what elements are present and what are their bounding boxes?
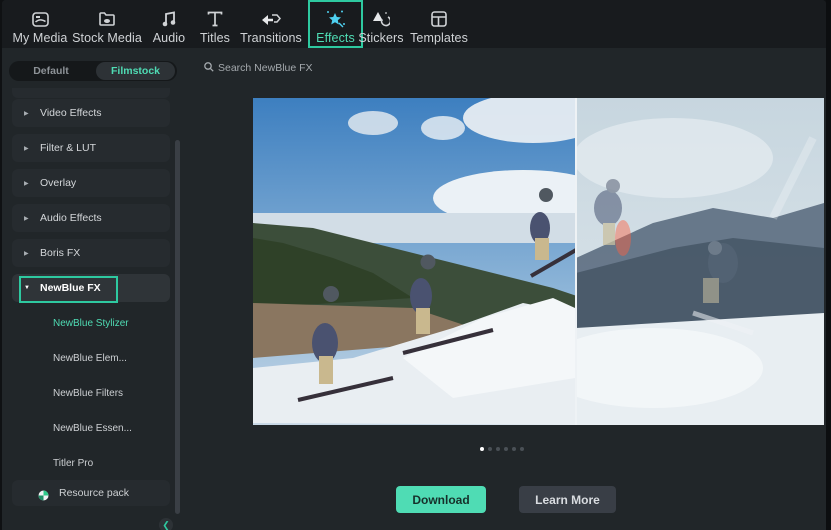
carousel-dot[interactable] [504, 447, 508, 451]
segment-default[interactable]: Default [11, 62, 91, 80]
sticker-icon [371, 9, 391, 29]
chevron-left-icon: ❮ [162, 519, 170, 530]
category-video-effects[interactable]: ▶ Video Effects [12, 99, 170, 127]
search-field[interactable]: Search NewBlue FX [204, 59, 313, 77]
before-after-divider[interactable] [575, 98, 577, 425]
title-t-icon [205, 9, 225, 29]
transition-arrows-icon [261, 9, 281, 29]
media-icon [30, 9, 50, 29]
tab-stock-media[interactable]: Stock Media [72, 0, 142, 48]
tab-transitions[interactable]: Transitions [240, 0, 302, 48]
category-filter-lut[interactable]: ▶ Filter & LUT [12, 134, 170, 162]
carousel-dot[interactable] [480, 447, 484, 451]
tab-my-media[interactable]: My Media [12, 0, 68, 48]
category-item-partial [12, 88, 170, 98]
carousel-dot[interactable] [512, 447, 516, 451]
caret-down-icon: ▼ [24, 285, 30, 291]
tab-effects[interactable]: Effects [308, 0, 363, 48]
effects-panel-window: My Media Stock Media Audio Titles Transi… [2, 0, 826, 530]
segment-filmstock[interactable]: Filmstock [96, 62, 175, 80]
tab-stickers[interactable]: Stickers [358, 0, 404, 48]
collapse-sidebar-button[interactable]: ❮ [159, 518, 173, 530]
stock-media-icon [97, 9, 117, 29]
subitem-titler-pro[interactable]: Titler Pro [53, 458, 93, 469]
effects-sidebar: Default Filmstock ▶ Video Effects ▶ Filt… [2, 48, 184, 530]
sparkle-star-icon [326, 9, 346, 29]
caret-right-icon: ▶ [24, 180, 29, 187]
subitem-newblue-filters[interactable]: NewBlue Filters [53, 388, 123, 399]
caret-right-icon: ▶ [24, 250, 29, 257]
effect-preview-image [253, 98, 824, 425]
caret-right-icon: ▶ [24, 145, 29, 152]
caret-right-icon: ▶ [24, 110, 29, 117]
template-grid-icon [429, 9, 449, 29]
download-button[interactable]: Download [396, 486, 486, 513]
top-toolbar: My Media Stock Media Audio Titles Transi… [2, 0, 826, 48]
carousel-indicator [480, 447, 524, 451]
category-audio-effects[interactable]: ▶ Audio Effects [12, 204, 170, 232]
category-newblue-fx[interactable]: ▼ NewBlue FX [12, 274, 170, 302]
sidebar-scrollbar[interactable] [175, 140, 180, 514]
tab-titles[interactable]: Titles [198, 0, 232, 48]
category-boris-fx[interactable]: ▶ Boris FX [12, 239, 170, 267]
tab-templates[interactable]: Templates [410, 0, 468, 48]
tab-audio[interactable]: Audio [150, 0, 188, 48]
resource-pack-item[interactable]: Resource pack [12, 480, 170, 506]
carousel-dot[interactable] [520, 447, 524, 451]
carousel-dot[interactable] [488, 447, 492, 451]
subitem-newblue-elements[interactable]: NewBlue Elem... [53, 353, 127, 364]
subitem-newblue-essentials[interactable]: NewBlue Essen... [53, 423, 132, 434]
resource-pack-icon [38, 488, 49, 500]
search-placeholder: Search NewBlue FX [218, 62, 313, 74]
category-overlay[interactable]: ▶ Overlay [12, 169, 170, 197]
preview-illustration [253, 98, 824, 425]
window-edge [826, 0, 831, 530]
subitem-newblue-stylizer[interactable]: NewBlue Stylizer [53, 318, 129, 329]
library-source-toggle: Default Filmstock [9, 61, 177, 81]
caret-right-icon: ▶ [24, 215, 29, 222]
learn-more-button[interactable]: Learn More [519, 486, 616, 513]
carousel-dot[interactable] [496, 447, 500, 451]
music-note-icon [159, 9, 179, 29]
search-icon [204, 59, 214, 77]
